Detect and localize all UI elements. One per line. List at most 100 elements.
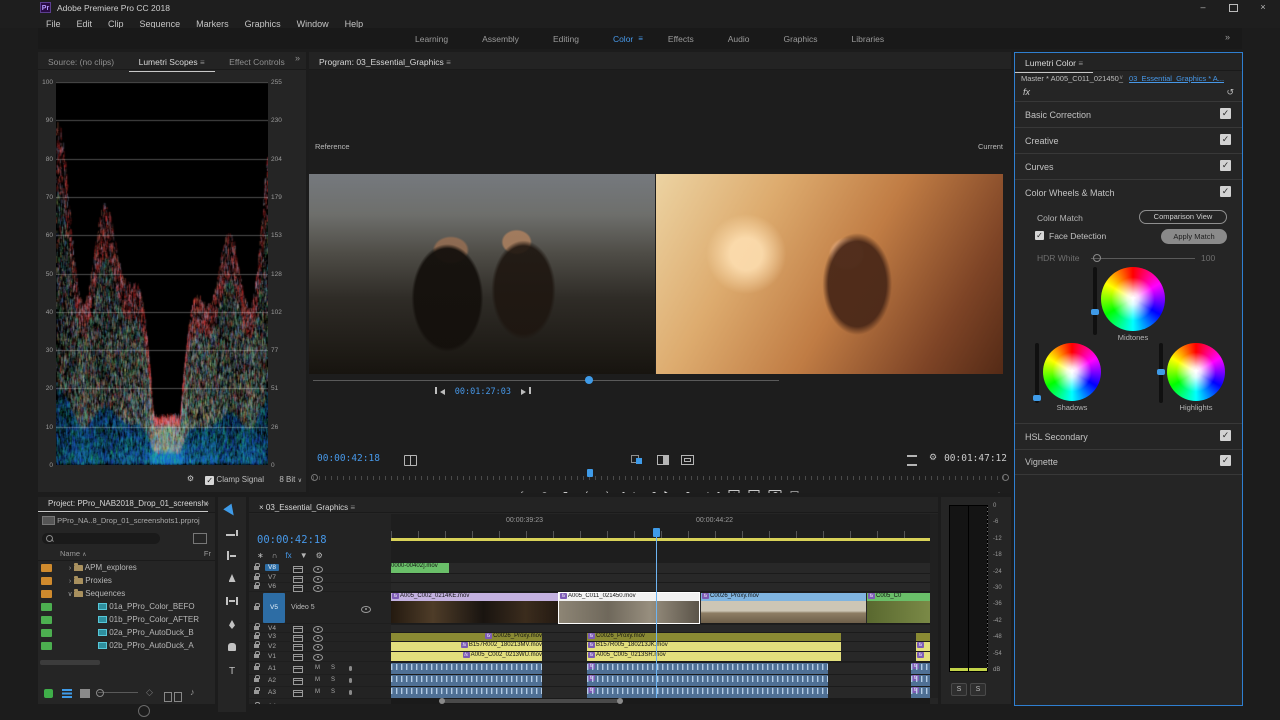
hand-tool[interactable] [225,643,239,655]
mark-out-icon[interactable]: } [602,487,614,493]
clip[interactable]: fxB157R005_180213JK.mov [587,642,841,651]
track-id[interactable]: V2 [265,643,279,650]
clip[interactable] [391,687,542,698]
clip[interactable]: fxB157R002_180213MV.mov [391,642,542,651]
track-header-v2[interactable]: V2 [249,642,391,652]
program-position-timecode[interactable]: 00:00:42:18 [317,453,380,464]
source-patch-icon[interactable] [293,635,303,642]
shadows-luma-slider[interactable] [1035,343,1039,403]
project-scrollbar[interactable] [40,660,100,665]
section-color-wheels[interactable]: Color Wheels & Match✓ [1015,180,1242,205]
hsl-secondary-checkbox[interactable]: ✓ [1220,430,1231,441]
voiceover-mic-icon[interactable] [349,678,352,683]
program-settings-wrench-icon[interactable]: ⚙ [929,452,937,463]
creative-checkbox[interactable]: ✓ [1220,134,1231,145]
clip[interactable] [391,663,542,674]
clip[interactable]: fx [911,687,930,698]
track-id[interactable]: V4 [265,625,279,632]
clip[interactable]: fxA005_C011_021450.mov [559,593,699,623]
track-header-v3[interactable]: V3 [249,633,391,642]
new-item-icon[interactable]: ♪ [190,687,195,697]
panel-menu-icon[interactable]: ≡ [1078,59,1083,68]
clip[interactable]: fxA005_C002_0214KE.mov [391,593,559,623]
lock-icon[interactable] [254,644,259,648]
timeline-vscrollbar[interactable] [930,514,938,698]
tab-project[interactable]: Project: PPro_NAB2018_Drop_01_screenshot [38,497,208,512]
basic-correction-checkbox[interactable]: ✓ [1220,108,1231,119]
track-id[interactable]: V6 [265,583,279,590]
track-v3[interactable]: fxC0026_Proxy.mov fxC0026_Proxy.mov [391,633,930,642]
scroll-handle-left[interactable] [439,698,445,704]
tab-source-monitor[interactable]: Source: (no clips) [38,54,124,70]
workspace-overflow-icon[interactable]: » [1225,32,1230,42]
toggle-track-output-icon[interactable] [313,585,323,592]
scrubber-end-handle[interactable] [1002,474,1009,481]
lock-icon[interactable] [254,654,259,658]
proxy-toggle-icon[interactable] [907,455,917,466]
label-chip[interactable] [41,577,52,585]
mute-button[interactable]: M [315,665,320,671]
curves-checkbox[interactable]: ✓ [1220,160,1231,171]
mute-button[interactable]: M [315,677,320,683]
label-chip[interactable] [41,616,52,624]
track-v8[interactable]: 0000-00402].mov [391,563,930,574]
mark-in-icon[interactable]: { [581,487,593,493]
clip[interactable]: fxC0026_Proxy.mov [701,593,866,623]
section-hsl-secondary[interactable]: HSL Secondary✓ [1015,423,1242,450]
toggle-track-output-icon[interactable] [313,576,323,583]
track-id[interactable]: A1 [265,665,279,672]
panel-menu-icon[interactable]: ≡ [446,58,451,67]
scroll-handle-right[interactable] [617,698,623,704]
track-v1[interactable]: fxA005_C002_0213WU.movfxA005_C005_0213SR… [391,652,930,662]
tabs-overflow-icon[interactable]: » [295,53,300,63]
track-v2[interactable]: fxB157R002_180213MV.mov fxB157R005_180213… [391,642,930,652]
toggle-track-output-icon[interactable] [313,566,323,573]
chevron-down-icon[interactable]: ∨ [1119,74,1123,81]
clip[interactable]: fx [587,687,828,698]
split-view-icon[interactable] [657,455,669,465]
track-id[interactable]: V1 [265,653,279,660]
lock-icon[interactable] [254,576,259,580]
program-scrubber[interactable] [313,470,1007,480]
clip[interactable]: 0000-00402].mov [391,563,449,573]
source-patch-icon[interactable] [293,654,303,661]
minimize-button[interactable]: – [1188,0,1218,14]
clip[interactable]: fxC0026_Proxy.mov [391,633,542,641]
search-bin-icon[interactable] [193,533,207,544]
search-input[interactable] [42,533,160,544]
solo-button[interactable]: S [331,704,335,705]
vignette-checkbox[interactable]: ✓ [1220,455,1231,466]
timeline-ruler[interactable]: 00:00:39:2300:00:44:22 [391,514,930,538]
timeline-playhead[interactable] [656,528,657,698]
clip[interactable]: fx [911,663,930,674]
workspace-tab-editing[interactable]: Editing [536,34,596,44]
track-header-v6[interactable]: V6 [249,583,391,592]
ripple-edit-tool[interactable] [225,551,239,563]
source-patch-icon[interactable] [293,690,303,697]
lift-icon[interactable]: ↑ [729,490,740,493]
tab-lumetri-scopes[interactable]: Lumetri Scopes ≡ [129,54,215,72]
clip[interactable]: fxA005_C005_0213SR.mov [587,652,841,661]
source-patch-icon[interactable] [293,626,303,633]
track-id[interactable]: V3 [265,633,279,640]
mute-button[interactable]: M [315,704,320,705]
panel-menu-icon[interactable]: ≡ [350,503,355,512]
project-row[interactable]: 02b_PPro_AutoDuck_A [38,640,215,653]
extract-icon[interactable]: ↓ [749,490,760,493]
safe-margins-icon[interactable] [681,455,694,465]
bit-depth-dropdown[interactable]: 8 Bit ∨ [279,475,302,484]
project-row[interactable]: 01a_PPro_Color_BEFO [38,601,215,614]
clip[interactable]: fxC0026_Proxy.mov [587,633,841,641]
lock-icon[interactable] [254,606,259,610]
clip[interactable]: fx [916,642,930,651]
button-editor-plus-icon[interactable]: + [993,487,1005,493]
source-patch-icon[interactable] [293,644,303,651]
apply-match-button[interactable]: Apply Match [1161,229,1227,244]
tab-effect-controls[interactable]: Effect Controls [219,54,295,70]
section-vignette[interactable]: Vignette✓ [1015,449,1242,475]
clip[interactable]: fx [916,652,930,661]
comparison-toggle-icon[interactable] [791,491,803,494]
track-id[interactable]: A3 [265,689,279,696]
export-frame-icon[interactable] [769,490,782,493]
icon-view-icon[interactable] [80,689,90,698]
